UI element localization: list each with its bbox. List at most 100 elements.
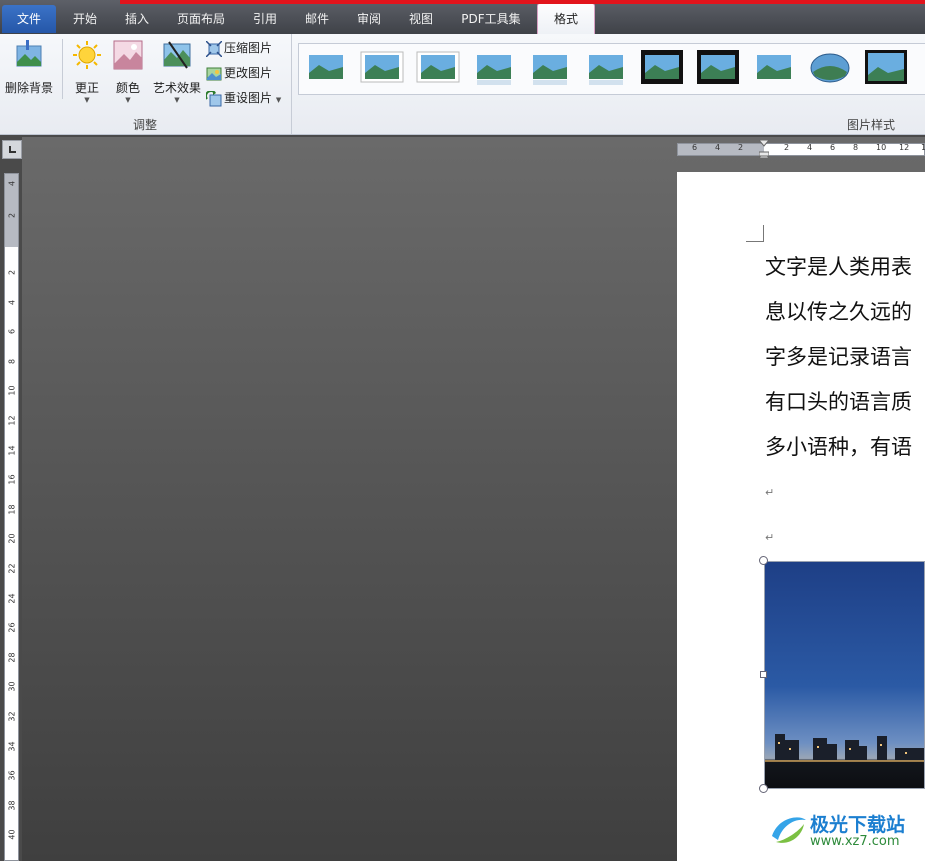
watermark-logo <box>772 817 806 843</box>
resize-handle-left[interactable] <box>760 671 767 678</box>
ruler-tick-label: 36 <box>7 770 17 781</box>
ribbon-tab-bar: 文件 开始 插入 页面布局 引用 邮件 审阅 视图 PDF工具集 格式 <box>0 0 925 34</box>
text-line[interactable]: 文字是人类用表 <box>765 251 925 281</box>
text-line[interactable]: 息以传之久远的 <box>765 296 925 326</box>
ruler-tick-label: 10 <box>876 143 887 152</box>
ruler-tick-label: 32 <box>7 711 17 722</box>
ruler-tick-label: 40 <box>7 829 17 840</box>
change-picture-button[interactable]: 更改图片 <box>206 62 290 84</box>
picture-style-thumbnail[interactable] <box>697 50 739 84</box>
tab-view[interactable]: 视图 <box>398 5 444 33</box>
horizontal-ruler[interactable]: 6 4 2 2 4 6 8 10 12 14 <box>677 140 925 158</box>
ruler-tick-label: 14 <box>921 143 925 152</box>
tab-format[interactable]: 格式 <box>537 3 595 34</box>
compress-icon <box>206 40 222 57</box>
ruler-tick-label: 26 <box>7 622 17 633</box>
ruler-tick-label: 28 <box>7 652 17 663</box>
text-line[interactable]: 有口头的语言质 <box>765 386 925 416</box>
indent-marker-icon[interactable] <box>759 140 769 158</box>
ruler-tick-label: 14 <box>7 445 17 456</box>
ruler-tick-label: 16 <box>7 474 17 485</box>
resize-handle-top-left[interactable] <box>759 556 768 565</box>
reset-picture-icon <box>206 90 222 106</box>
tab-insert[interactable]: 插入 <box>114 5 160 33</box>
group-label-adjust: 调整 <box>132 118 157 132</box>
picture-style-thumbnail[interactable] <box>641 50 683 84</box>
ruler-tick-label: 2 <box>7 269 17 276</box>
dropdown-arrow-icon: ▼ <box>125 96 131 104</box>
reset-picture-label: 重设图片 <box>224 91 273 105</box>
picture-style-thumbnail[interactable] <box>360 51 404 83</box>
ruler-tick-label: 24 <box>7 593 17 604</box>
change-picture-label: 更改图片 <box>224 66 273 80</box>
artistic-effects-icon <box>163 41 191 69</box>
compress-label: 压缩图片 <box>224 41 273 55</box>
style-thumbnails <box>309 50 907 85</box>
ruler-tick-label: 4 <box>7 180 17 187</box>
picture-style-thumbnail[interactable] <box>477 55 511 85</box>
tab-stop-icon <box>9 146 16 153</box>
ruler-tick-label: 6 <box>7 329 17 335</box>
remove-background-icon <box>16 40 42 67</box>
ruler-tick-label: 34 <box>7 741 17 752</box>
ruler-tick-label: 12 <box>899 143 910 152</box>
color-icon <box>113 40 143 70</box>
picture-style-thumbnail[interactable] <box>589 55 623 85</box>
ruler-tick-label: 38 <box>7 800 17 811</box>
picture-style-thumbnail[interactable] <box>309 55 343 79</box>
picture-style-thumbnail[interactable] <box>416 51 460 83</box>
color-label: 颜色 <box>115 81 140 95</box>
artistic-effects-button[interactable]: 艺术效果 ▼ <box>150 38 204 108</box>
remove-background-button[interactable]: 删除背景 <box>4 38 54 108</box>
watermark-url: www.xz7.com <box>810 834 900 849</box>
compress-pictures-button[interactable]: 压缩图片 <box>206 37 290 59</box>
ruler-tick-label: 6 <box>692 143 698 152</box>
dropdown-arrow-icon: ▼ <box>174 96 180 104</box>
ruler-tick-label: 22 <box>7 563 17 574</box>
city-skyline-image <box>765 734 924 762</box>
artistic-effects-label: 艺术效果 <box>152 81 201 95</box>
tab-review[interactable]: 审阅 <box>346 5 392 33</box>
picture-style-thumbnail[interactable] <box>810 53 850 83</box>
reset-picture-button[interactable]: 重设图片 ▼ <box>206 87 290 109</box>
ruler-tick-label: 20 <box>7 533 17 544</box>
tab-selector[interactable] <box>2 140 22 159</box>
ruler-tick-label: 8 <box>853 143 859 152</box>
picture-style-thumbnail[interactable] <box>533 55 567 85</box>
paragraph-mark: ↵ <box>765 531 775 544</box>
picture-style-thumbnail[interactable] <box>757 55 791 79</box>
ribbon: 删除背景 更正 ▼ 颜色 ▼ 艺术效果 ▼ 压缩图片 更改图片 重设图片 ▼ 调… <box>0 34 925 135</box>
resize-handle-bottom-left[interactable] <box>759 784 768 793</box>
dropdown-arrow-icon: ▼ <box>275 96 282 104</box>
margin-corner-mark <box>746 225 764 242</box>
ruler-tick-label: 18 <box>7 504 17 515</box>
picture-styles-gallery <box>298 43 925 95</box>
watermark: 极光下载站 www.xz7.com <box>768 808 925 854</box>
accent-strip <box>120 0 925 4</box>
picture-style-thumbnail[interactable] <box>865 50 907 84</box>
tab-page-layout[interactable]: 页面布局 <box>168 5 234 33</box>
color-button[interactable]: 颜色 ▼ <box>103 38 153 108</box>
tab-file[interactable]: 文件 <box>2 5 56 33</box>
ruler-tick-label: 10 <box>7 385 17 396</box>
ruler-tick-label: 2 <box>738 143 744 152</box>
text-line[interactable]: 多小语种，有语 <box>765 431 925 461</box>
ruler-tick-label: 8 <box>7 358 17 364</box>
paragraph-mark: ↵ <box>765 486 775 499</box>
tab-pdf-tools[interactable]: PDF工具集 <box>452 5 530 33</box>
vertical-ruler[interactable]: 4 2 2 4 6 8 10 12 14 16 18 20 22 24 26 28 30 32 34 36 38 40 <box>4 173 19 861</box>
ruler-tick-label: 12 <box>7 415 17 426</box>
tab-references[interactable]: 引用 <box>242 5 288 33</box>
ruler-tick-label: 4 <box>807 143 813 152</box>
text-line[interactable]: 字多是记录语言 <box>765 341 925 371</box>
ruler-tick-label: 30 <box>7 681 17 692</box>
watermark-title: 极光下载站 <box>810 814 906 836</box>
sun-icon <box>73 41 101 69</box>
change-picture-icon <box>206 67 222 80</box>
group-label-picture-styles: 图片样式 <box>846 118 895 132</box>
ruler-margin <box>678 144 764 155</box>
tab-mailings[interactable]: 邮件 <box>294 5 340 33</box>
selected-image[interactable] <box>764 561 925 789</box>
ruler-tick-label: 2 <box>7 212 17 219</box>
tab-home[interactable]: 开始 <box>62 5 108 33</box>
